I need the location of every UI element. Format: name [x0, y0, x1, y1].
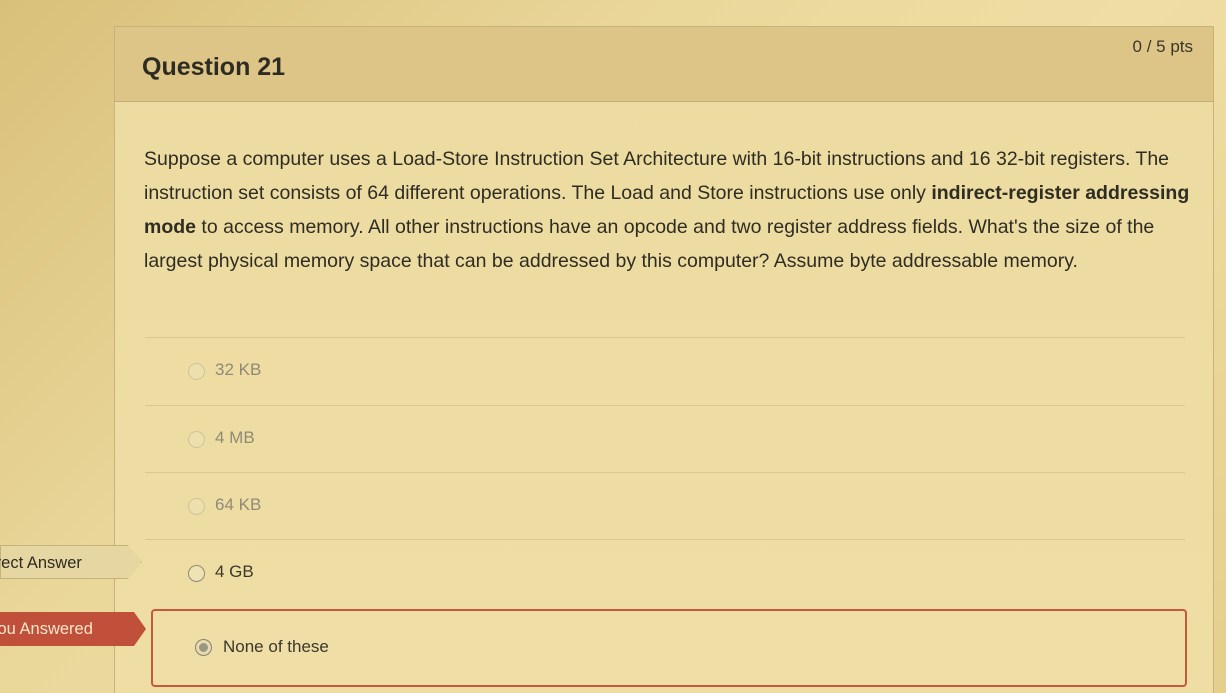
radio-icon[interactable]	[188, 431, 205, 448]
radio-icon[interactable]	[188, 498, 205, 515]
question-text: Suppose a computer uses a Load-Store Ins…	[144, 142, 1194, 278]
radio-selected-icon[interactable]	[195, 639, 212, 656]
question-header: Question 21 0 / 5 pts	[115, 27, 1213, 102]
answer-label: 32 KB	[215, 360, 262, 379]
answer-option-none-of-these[interactable]: None of these	[151, 609, 1187, 687]
answer-option-4gb[interactable]: 4 GB	[145, 539, 1185, 605]
answer-option-4mb[interactable]: 4 MB	[145, 405, 1185, 471]
correct-answer-tag: orrect Answer	[0, 545, 142, 579]
points-label: 0 / 5 pts	[1132, 37, 1193, 56]
question-card: Question 21 0 / 5 pts Suppose a computer…	[114, 26, 1214, 693]
question-text-part-2: to access memory. All other instructions…	[144, 216, 1155, 272]
you-answered-tag: You Answered	[0, 612, 146, 646]
answer-label: None of these	[223, 637, 329, 656]
answer-option-64kb[interactable]: 64 KB	[145, 472, 1185, 538]
question-title: Question 21	[142, 53, 286, 81]
radio-icon[interactable]	[188, 363, 205, 380]
answer-label: 4 MB	[215, 428, 255, 447]
correct-answer-tag-label: orrect Answer	[0, 554, 82, 572]
answer-label: 4 GB	[215, 562, 254, 581]
answer-label: 64 KB	[215, 495, 262, 514]
answer-option-32kb[interactable]: 32 KB	[145, 337, 1185, 403]
you-answered-tag-label: You Answered	[0, 620, 93, 638]
radio-icon[interactable]	[188, 565, 205, 582]
